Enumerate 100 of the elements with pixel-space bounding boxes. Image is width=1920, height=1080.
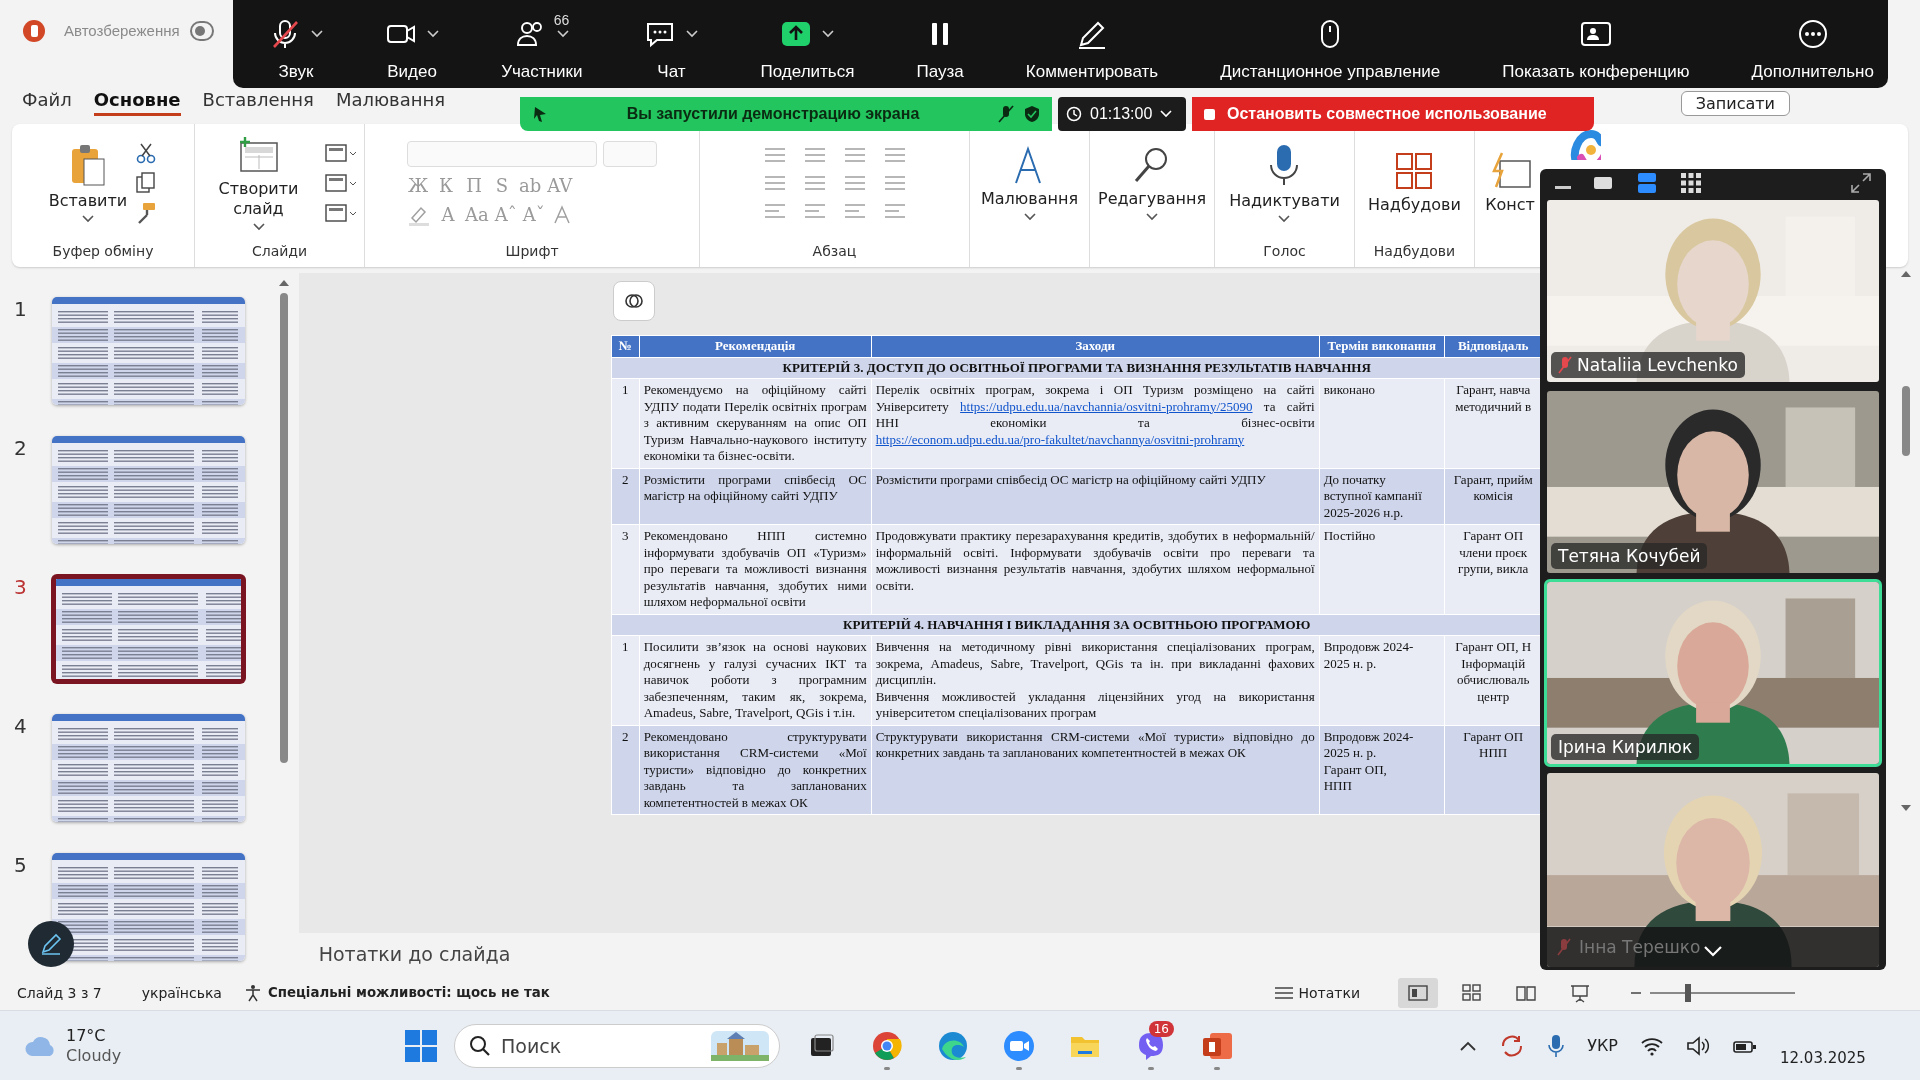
table-cell: До початку вступної кампанії 2025-2026 н.р. [1319,468,1445,525]
taskbar-app[interactable]: 16 [1126,1020,1176,1071]
table-cell: Гарант ОП члени проєк групи, викла [1444,524,1542,615]
slide-thumbnail[interactable] [52,575,245,684]
scroll-up-icon[interactable] [1900,270,1912,278]
caret-icon[interactable] [1023,213,1036,222]
scroll-down-icon[interactable] [1900,804,1912,812]
clock-icon [1066,106,1082,122]
paste-button[interactable]: Вставити [48,143,128,224]
stop-sharing-button[interactable]: Остановить совместное использование [1192,97,1594,131]
video-tile[interactable]: Інна Терешко [1544,770,1882,970]
slide-layout-icon[interactable] [324,142,358,165]
slide-section-icon[interactable] [324,202,358,225]
toolbar-button[interactable]: Дополнительно [1751,0,1874,88]
participant-name: Інна Терешко [1579,937,1701,957]
toolbar-button[interactable]: Дистанционное управление [1220,0,1441,88]
caret-icon[interactable] [1146,213,1158,222]
app-logo-icon [22,18,46,43]
cut-icon[interactable] [135,142,158,165]
table-cell: Рекомендовано структурувати використання CRM-системи «Мої туристи» відповідно до конкретних завдань та запланованих компетентностей в межах ОК [639,725,872,815]
table-cell: 1 [611,635,640,726]
slide-number: 2 [14,436,28,461]
speaker-icon[interactable] [1686,1035,1710,1056]
record-button[interactable]: Записати [1680,90,1790,116]
scroll-up-icon[interactable] [277,279,290,288]
link[interactable]: https://econom.udpu.edu.ua/pro-fakultet/navchannya/osvitni-prohramy [875,431,1245,447]
video-camera-icon [1002,1028,1036,1063]
toolbar-button[interactable]: Комментировать [1025,0,1159,88]
group-label: Надбудови [1372,243,1457,262]
view-button[interactable] [1398,977,1438,1008]
table-cell: Вивчення на методичному рівні використання спеціалізованих програм, зокрема, Amadeus, Sabre, Travelport, QGis та ін. при викладанні фахових дисциплін. Вивчення можливостей укладання ліцензійних угод на використання університетом спеціалізованих програм [871,635,1320,726]
new-slide-button[interactable]: Створити слайд [201,135,316,232]
expand-icon[interactable] [1850,172,1872,194]
video-tile[interactable]: Тетяна Кочубей [1544,388,1882,576]
slide-thumbnail[interactable] [52,436,245,545]
slide-thumbnail[interactable] [52,853,245,962]
video-tile[interactable]: Ірина Кирилюк [1544,579,1882,767]
group-label: Голос [1262,243,1307,262]
dictate-button[interactable]: Надиктувати [1229,143,1340,224]
table-cell: Гарант, навча методичний в [1444,378,1542,469]
table-cell: 2 [611,725,640,815]
slide-reset-icon[interactable] [324,172,358,195]
keyboard-language[interactable]: УКР [1587,1036,1618,1056]
toolbar-button[interactable]: Видео [385,0,440,88]
ribbon-tab[interactable]: Основне [93,88,181,116]
chevron-up-icon[interactable] [1459,1039,1478,1052]
timer-button[interactable]: 01:13:00 [1058,97,1186,131]
video-tile[interactable]: Nataliia Levchenko [1544,197,1882,385]
ribbon-tab[interactable]: Малювання [335,88,446,116]
slide-thumbnail[interactable] [52,297,245,406]
table-cell: 1 [611,378,640,469]
add-ins-button[interactable]: Надбудови [1368,151,1461,216]
ribbon-tab[interactable]: Файл [22,88,72,116]
toolbar-button[interactable]: Звук [269,0,323,88]
scrollbar-thumb[interactable] [1902,386,1910,456]
muted-microphone-icon[interactable] [998,105,1014,123]
toolbar-button[interactable]: 66 Участники [501,0,583,88]
notes-button[interactable]: Нотатки [1274,984,1360,1001]
slide-thumbnail[interactable] [52,714,245,823]
toolbar-button[interactable]: Пауза [916,0,964,88]
participant-count: 66 [553,12,570,28]
toolbar-button[interactable]: Чат [644,0,699,88]
drawing-button[interactable]: Малювання [980,145,1079,222]
table-cell: Гарант ОП, Н Інформацій обчислюваль центр [1444,635,1542,726]
toolbar-button[interactable]: Поделиться [760,0,855,88]
caret-icon[interactable] [82,215,94,224]
language-label[interactable]: українська [141,984,222,1001]
autosave-label: Автозбереження [64,22,180,40]
sharing-message: Вы запустили демонстрацию экрана [625,105,921,123]
caret-icon[interactable] [252,223,265,232]
table-cell: Перелік освітніх програм, зокрема і ОП Туризм розміщено на сайті Університету https://udpu.edu.ua/navchannia/osvitni-prohramy/25090 та сайті ННІ економіки та бізнес-освіти https://econom.udpu.edu.ua/pro-fakultet/navchannya/osvitni-prohramy [871,378,1320,469]
column-header: Відповідаль [1444,335,1542,358]
caret-icon[interactable] [1278,215,1291,224]
microphone-icon[interactable] [1547,1032,1566,1059]
toolbar-button[interactable]: Показать конференцию [1502,0,1690,88]
windows-start-icon[interactable] [404,1028,438,1063]
designer-button[interactable]: Конст [1485,151,1535,216]
wifi-icon[interactable] [1640,1035,1664,1056]
slider-thumb[interactable] [1684,983,1691,1002]
copy-icon[interactable] [135,172,158,195]
search-field[interactable]: Поиск [454,1023,780,1068]
ribbon-tab[interactable]: Вставлення [202,88,314,116]
scrollbar-thumb[interactable] [279,293,288,764]
notes-icon [1274,984,1295,1001]
slide-counter: Слайд 3 з 7 [17,984,102,1001]
sorter-view-icon [1461,982,1483,1003]
autosave-toggle[interactable] [189,20,214,41]
pen-button[interactable] [28,921,74,968]
editing-button[interactable]: Редагування [1098,145,1206,222]
accessibility-button[interactable]: Спеціальні можливості: щось не так [243,983,550,1002]
view-mode-button[interactable] [1678,170,1704,196]
notes-field[interactable]: Нотатки до слайда [318,943,511,966]
link[interactable]: https://udpu.edu.ua/navchannia/osvitni-prohramy/25090 [960,398,1253,414]
participant-name: Тетяна Кочубей [1551,543,1708,569]
table-cell: Структурувати використання CRM-системи «Мої туристи» відповідно до конкретних завдань та запланованих компетентностей в межах ОК [871,725,1320,815]
copilot-button[interactable] [612,281,655,322]
table-cell: Гарант, прийм комісія [1444,468,1542,525]
table-cell: 3 [611,524,640,615]
chevron-down-icon[interactable] [1703,945,1723,957]
date-label: 12.03.2025 [1780,1048,1867,1067]
